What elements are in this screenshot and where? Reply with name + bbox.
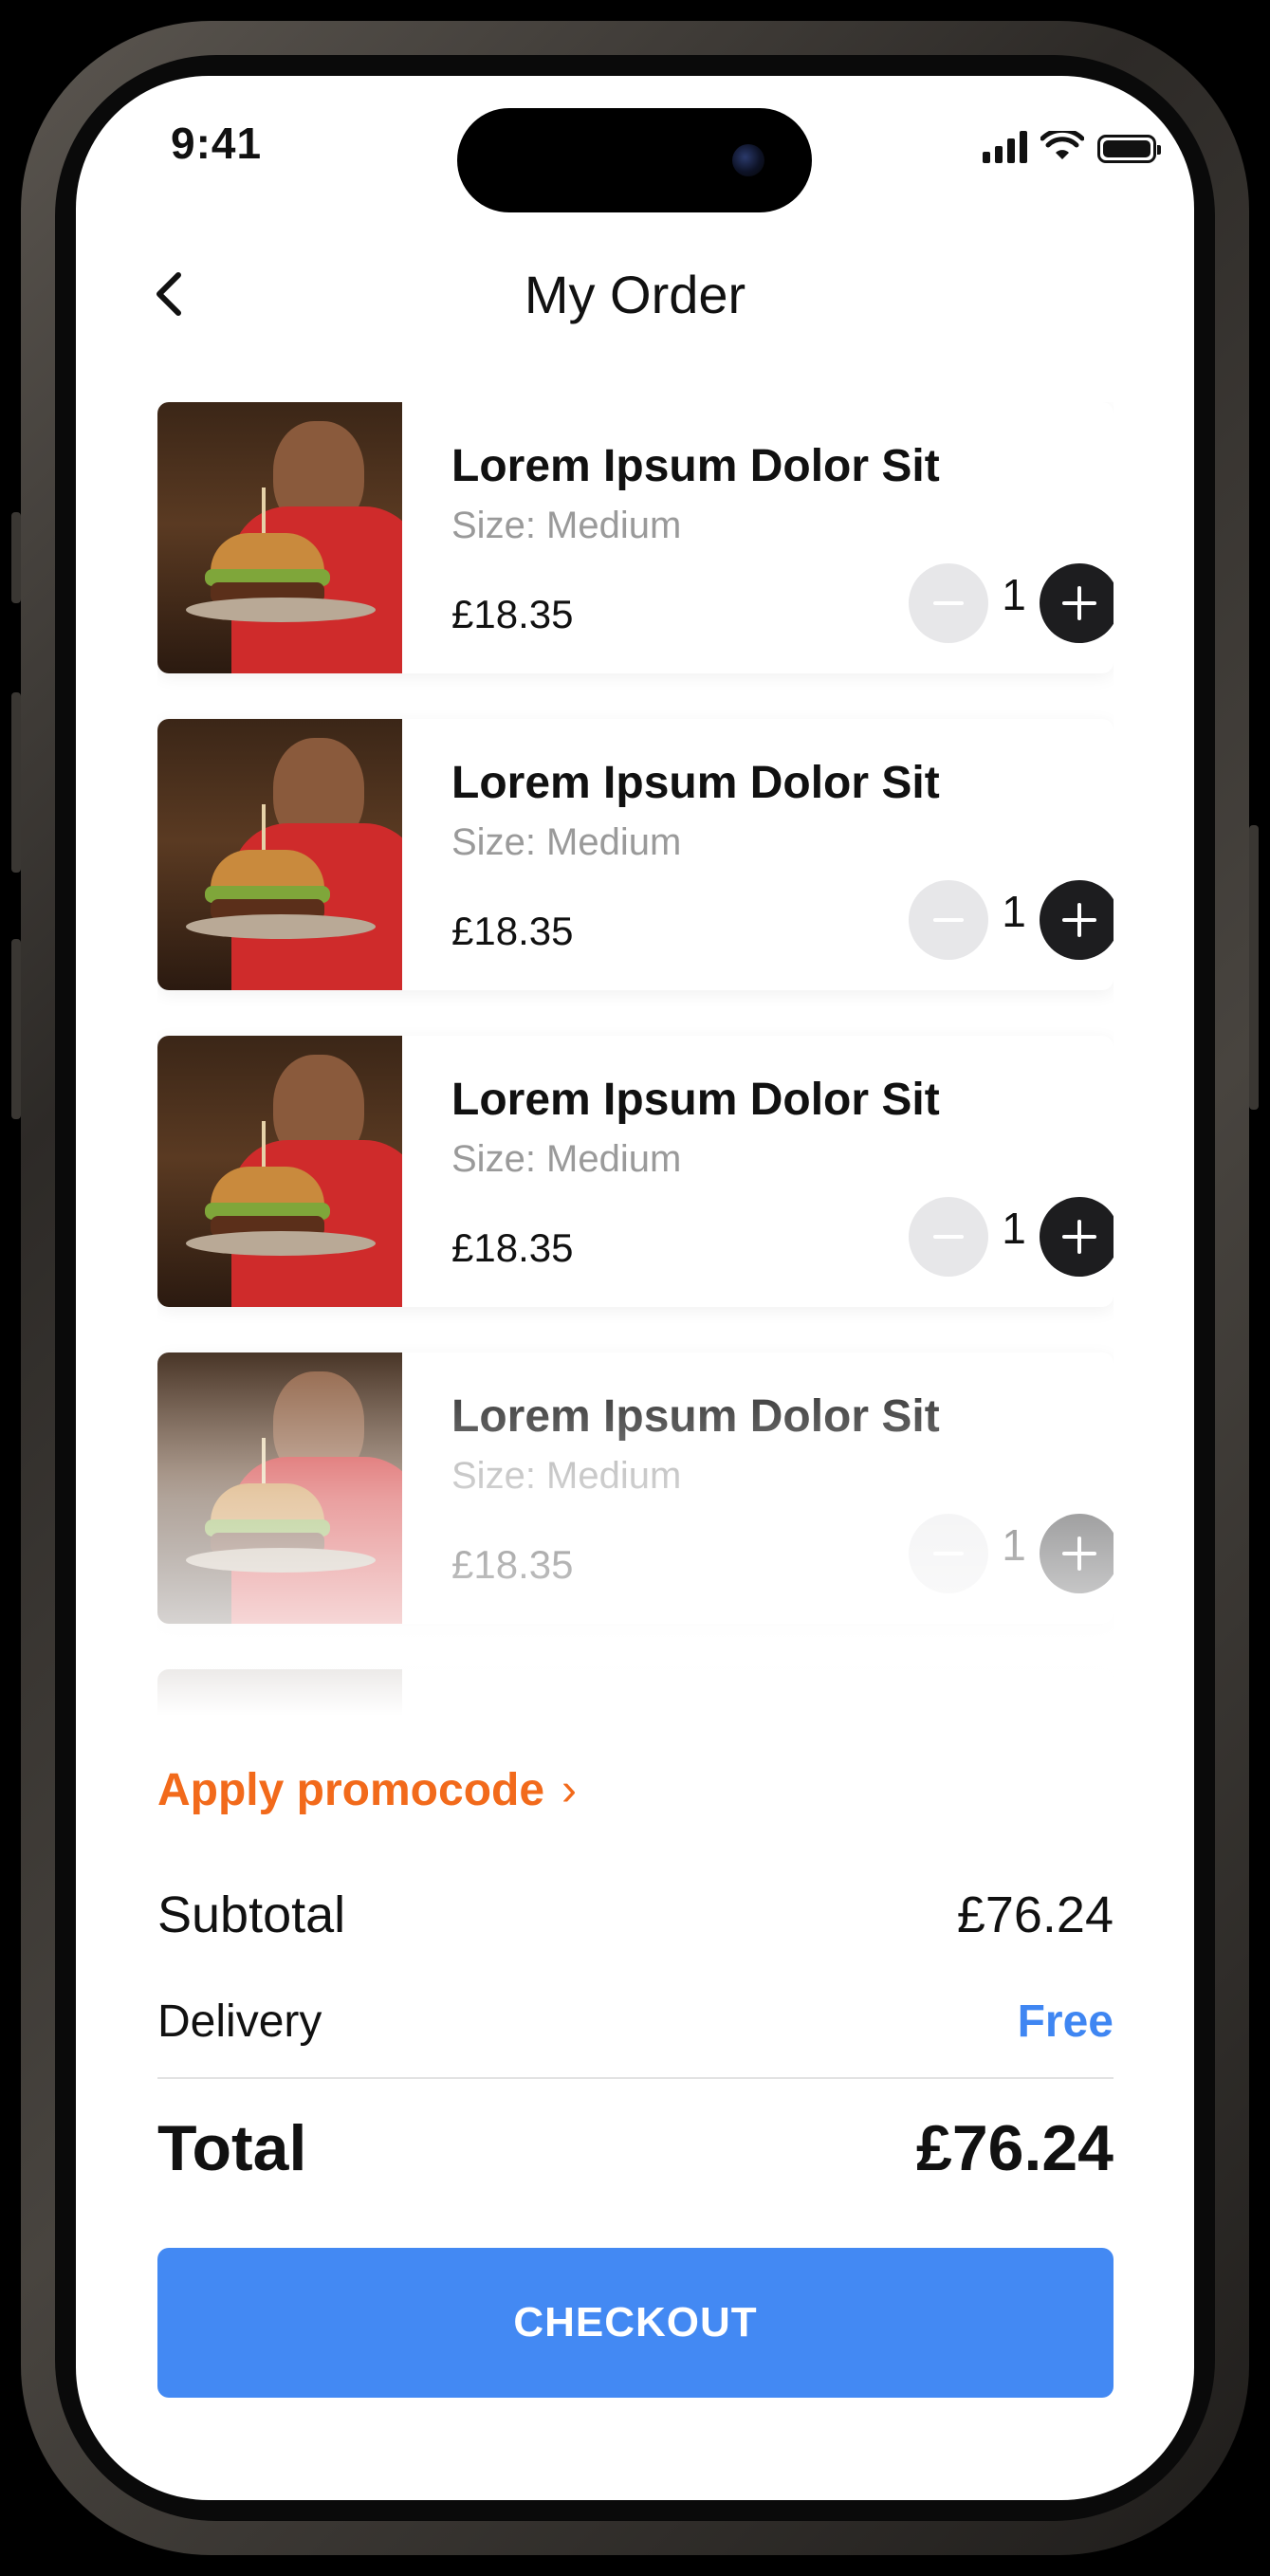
- quantity-increase-button[interactable]: [1040, 1197, 1114, 1277]
- item-size: Size: Medium: [451, 821, 682, 863]
- summary-divider: [157, 2077, 1114, 2079]
- item-size: Size: Medium: [451, 1138, 682, 1180]
- item-name: Lorem Ipsum Dolor Sit: [451, 758, 940, 808]
- chevron-right-icon: ›: [561, 1765, 578, 1815]
- delivery-value: Free: [1017, 1996, 1114, 2047]
- item-price: £18.35: [451, 1225, 574, 1270]
- delivery-label: Delivery: [157, 1996, 322, 2047]
- item-size: Size: Medium: [451, 505, 682, 546]
- item-image: [157, 1669, 402, 1735]
- side-button-volume-up: [11, 692, 21, 873]
- item-price: £18.35: [451, 1542, 574, 1587]
- subtotal-value: £76.24: [956, 1886, 1114, 1943]
- side-button-volume-down: [11, 939, 21, 1119]
- battery-icon: [1097, 135, 1161, 163]
- quantity-increase-button[interactable]: [1040, 1514, 1114, 1593]
- total-value: £76.24: [916, 2112, 1114, 2184]
- quantity-increase-button[interactable]: [1040, 880, 1114, 960]
- item-image: [157, 1036, 402, 1307]
- item-image: [157, 1352, 402, 1624]
- status-icons: [983, 125, 1161, 163]
- cellular-signal-icon: [983, 131, 1027, 163]
- item-price: £18.35: [451, 909, 574, 953]
- quantity-value: 1: [1002, 1520, 1026, 1570]
- item-name: Lorem Ipsum Dolor Sit: [451, 441, 940, 491]
- quantity-decrease-button[interactable]: [909, 1197, 988, 1277]
- status-time: 9:41: [171, 119, 263, 168]
- item-name: Lorem Ipsum Dolor Sit: [451, 1075, 940, 1125]
- cart-list[interactable]: Lorem Ipsum Dolor Sit Size: Medium £18.3…: [157, 402, 1114, 1735]
- quantity-decrease-button[interactable]: [909, 563, 988, 643]
- front-camera-icon: [732, 144, 764, 176]
- screen: 9:41 My Order Lorem Ipsum Dolor Sit Size: [76, 76, 1194, 2500]
- checkout-button[interactable]: CHECKOUT: [157, 2248, 1114, 2398]
- side-button-action: [11, 512, 21, 603]
- quantity-value: 1: [1002, 887, 1026, 936]
- cart-item: Lorem Ipsum Dolor Sit Size: Medium £18.3…: [157, 1352, 1114, 1624]
- item-size: Size: Medium: [451, 1455, 682, 1497]
- item-image: [157, 402, 402, 673]
- quantity-value: 1: [1002, 1204, 1026, 1253]
- dynamic-island: [457, 108, 812, 212]
- cart-item-partial: [157, 1669, 1114, 1735]
- apply-promocode-link[interactable]: Apply promocode ›: [157, 1764, 577, 1816]
- cart-item: Lorem Ipsum Dolor Sit Size: Medium £18.3…: [157, 402, 1114, 673]
- item-image: [157, 719, 402, 990]
- header: My Order: [76, 237, 1194, 351]
- page-title: My Order: [524, 265, 746, 324]
- item-name: Lorem Ipsum Dolor Sit: [451, 1391, 940, 1442]
- cart-item: Lorem Ipsum Dolor Sit Size: Medium £18.3…: [157, 1036, 1114, 1307]
- promo-label: Apply promocode: [157, 1765, 545, 1815]
- total-label: Total: [157, 2112, 307, 2184]
- quantity-decrease-button[interactable]: [909, 1514, 988, 1593]
- cart-item: Lorem Ipsum Dolor Sit Size: Medium £18.3…: [157, 719, 1114, 990]
- item-price: £18.35: [451, 592, 574, 636]
- quantity-value: 1: [1002, 570, 1026, 619]
- wifi-icon: [1040, 131, 1084, 159]
- subtotal-label: Subtotal: [157, 1886, 346, 1943]
- quantity-decrease-button[interactable]: [909, 880, 988, 960]
- side-button-power: [1249, 825, 1259, 1110]
- quantity-increase-button[interactable]: [1040, 563, 1114, 643]
